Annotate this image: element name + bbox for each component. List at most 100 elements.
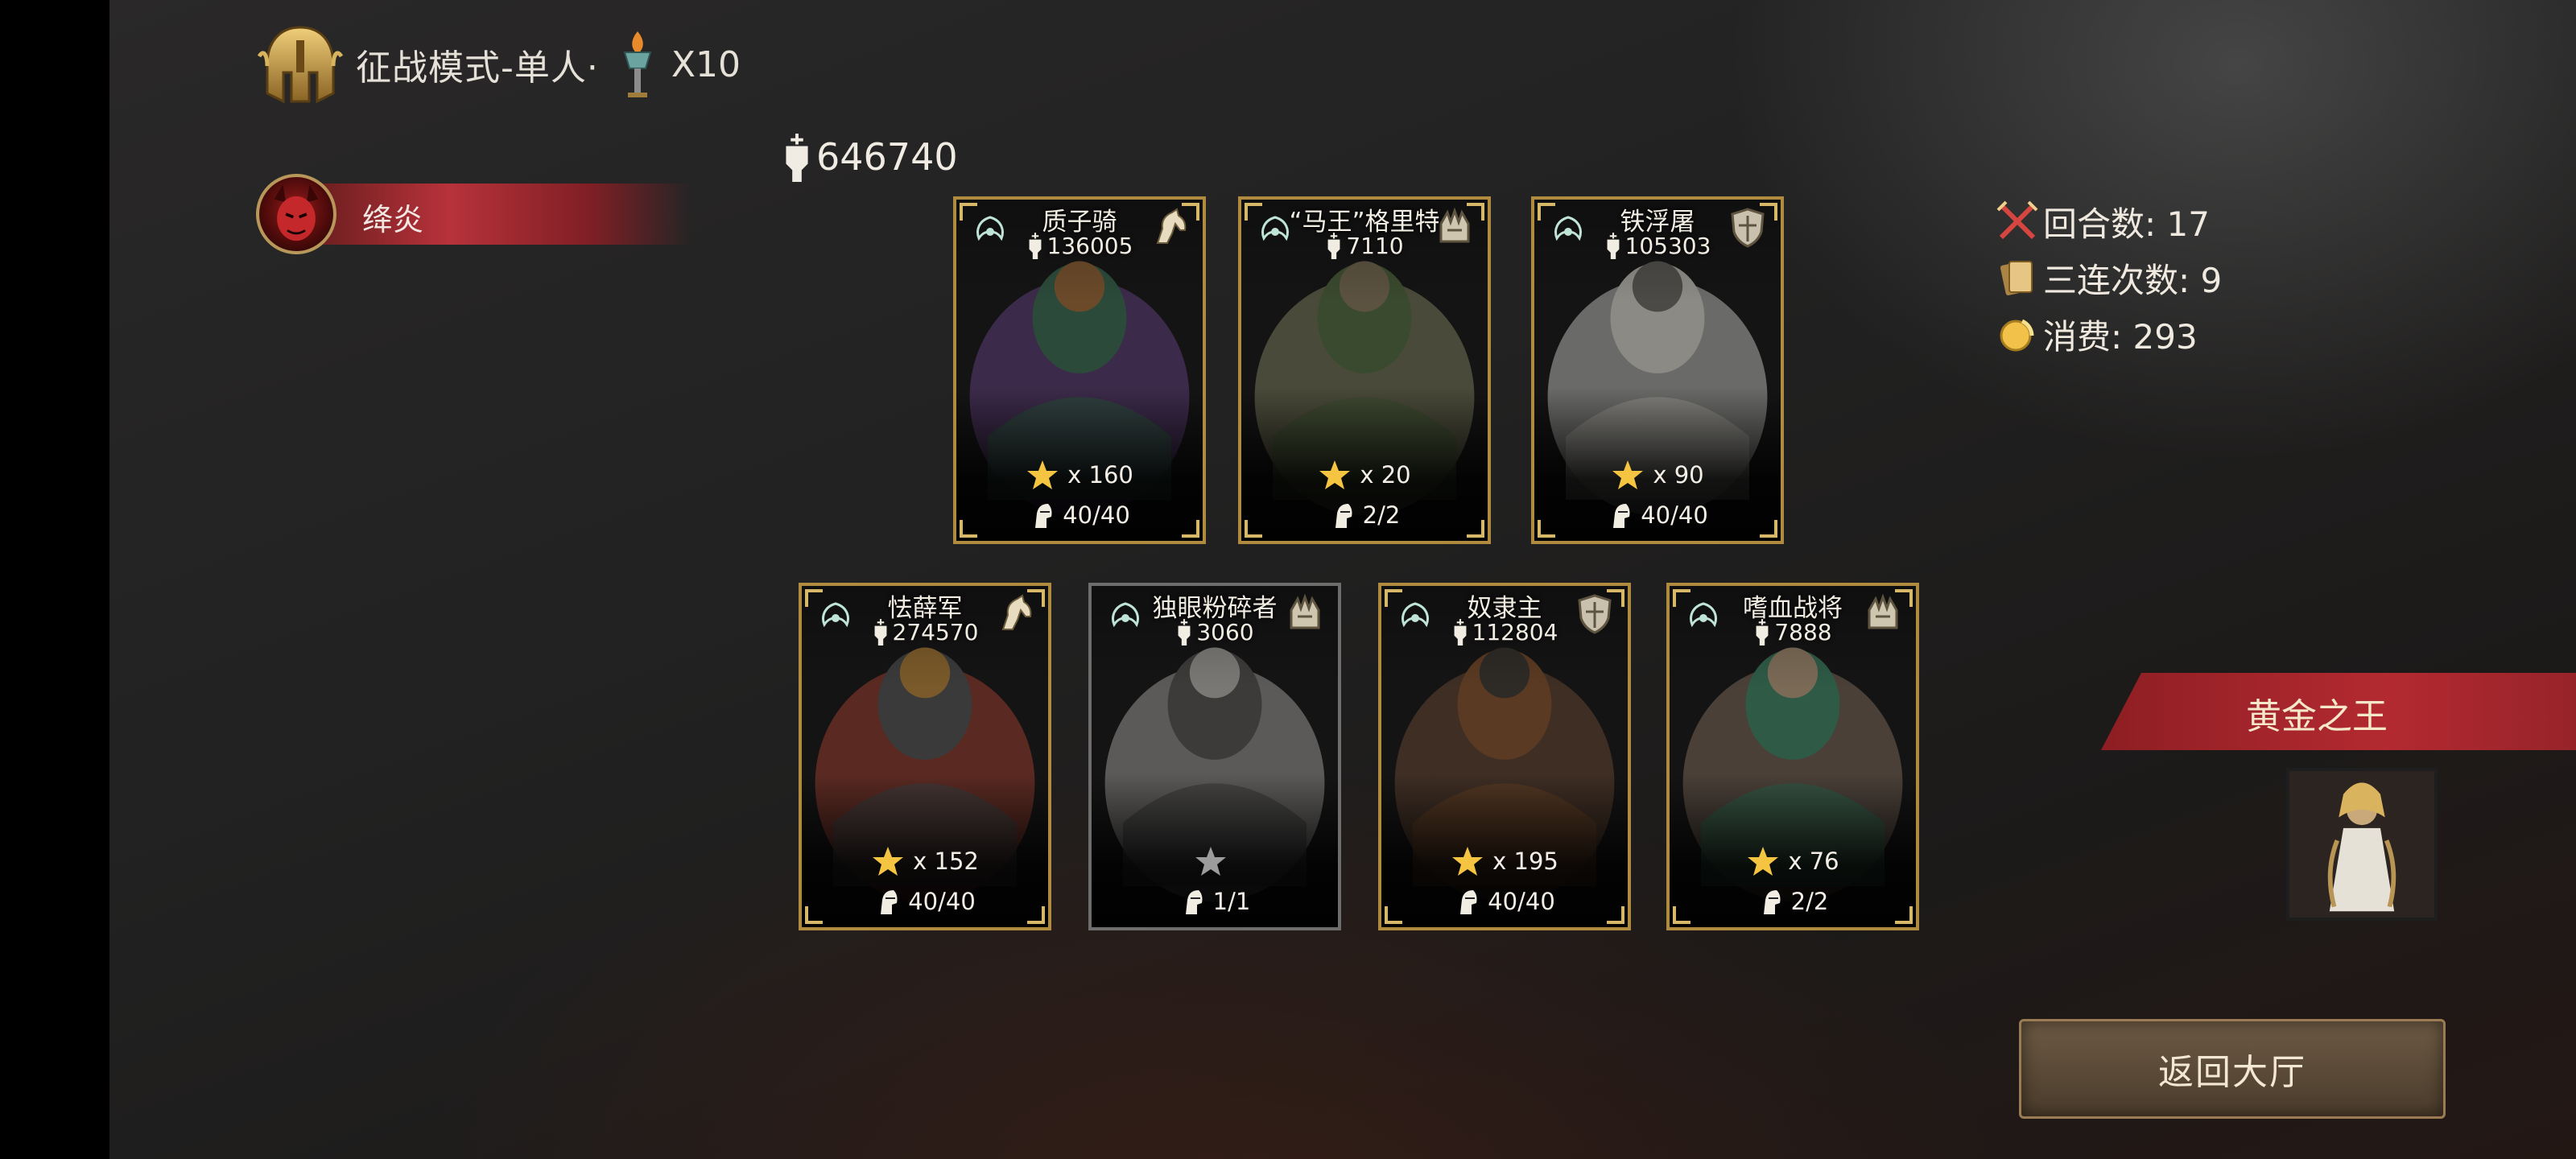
mode-header: 征战模式-单人· X10 (256, 24, 741, 105)
stat-triple-text: 三连次数: 9 (2043, 260, 2223, 300)
coin-icon (2000, 319, 2034, 352)
return-lobby-label: 返回大厅 (2158, 1052, 2306, 1093)
power-icon (1756, 619, 1769, 645)
unit-card[interactable]: 嗜血战将 7888 x 76 2/2 (1666, 583, 1919, 930)
unit-power-value: 7110 (1346, 232, 1404, 259)
left-black-bar (0, 0, 109, 1159)
unit-power-value: 3060 (1196, 618, 1254, 645)
opponent-figure-icon (2289, 771, 2434, 918)
star-icon (1612, 460, 1644, 489)
total-power: 646740 (781, 132, 958, 182)
cards-icon (2000, 261, 2033, 295)
unit-stars-value: x 152 (913, 848, 979, 875)
demon-face-icon (274, 184, 319, 241)
power-icon (1029, 233, 1041, 259)
unit-stars (1092, 845, 1338, 877)
stat-cost: 消费: 293 (1995, 306, 2222, 362)
unit-troops-value: 2/2 (1362, 501, 1401, 529)
unit-card[interactable]: 质子骑 136005 x 160 40/40 (953, 196, 1206, 544)
star-icon (873, 847, 904, 876)
mode-title: 征战模式-单人· (356, 47, 599, 89)
power-icon (1327, 233, 1340, 259)
unit-stars-value: x 195 (1492, 848, 1558, 875)
unit-stars: x 160 (956, 459, 1203, 491)
soldier-helmet-icon (1185, 890, 1203, 914)
soldier-helmet-icon (1035, 504, 1052, 528)
star-icon (1748, 847, 1779, 876)
opponent-portrait[interactable] (2286, 768, 2438, 921)
unit-troops: 40/40 (956, 501, 1203, 530)
unit-power: 7888 (1670, 618, 1916, 645)
unit-power-value: 136005 (1046, 232, 1133, 259)
unit-stars: x 76 (1670, 845, 1916, 877)
unit-stars-value: x 90 (1653, 461, 1704, 489)
unit-power: 3060 (1092, 618, 1338, 645)
unit-troops-value: 2/2 (1790, 888, 1829, 915)
unit-card[interactable]: 奴隶主 112804 x 195 40/40 (1378, 583, 1631, 930)
player-row[interactable]: 绛炎 (256, 174, 691, 254)
soldier-helmet-icon (1460, 890, 1477, 914)
unit-power: 136005 (956, 232, 1203, 259)
unit-stars: x 152 (802, 845, 1048, 877)
unit-power: 105303 (1534, 232, 1781, 259)
unit-power: 7110 (1241, 232, 1488, 259)
unit-troops-value: 40/40 (908, 888, 976, 915)
return-lobby-button[interactable]: 返回大厅 (2019, 1019, 2446, 1119)
unit-stars-value: x 160 (1067, 461, 1133, 489)
player-name: 绛炎 (362, 202, 424, 237)
unit-troops: 2/2 (1670, 887, 1916, 916)
unit-stars-value: x 76 (1788, 848, 1839, 875)
soldier-helmet-icon (881, 890, 898, 914)
unit-troops: 2/2 (1241, 501, 1488, 530)
star-icon (1195, 847, 1226, 876)
power-icon (1178, 619, 1191, 645)
opponent-name: 黄金之王 (2246, 696, 2388, 737)
unit-troops-value: 40/40 (1488, 888, 1555, 915)
star-icon (1027, 460, 1059, 489)
soldier-helmet-icon (1613, 504, 1630, 528)
power-icon (1454, 619, 1466, 645)
unit-power: 274570 (802, 618, 1048, 645)
stat-cost-text: 消费: 293 (2043, 316, 2198, 357)
total-power-value: 646740 (816, 135, 958, 179)
torch-count: X10 (671, 43, 741, 85)
unit-power-value: 112804 (1472, 618, 1558, 645)
opponent-banner: 黄金之王 (2101, 673, 2576, 750)
unit-power: 112804 (1381, 618, 1628, 645)
star-icon (1452, 847, 1484, 876)
power-icon (874, 619, 886, 645)
unit-troops-value: 40/40 (1063, 501, 1130, 529)
unit-troops: 40/40 (802, 887, 1048, 916)
unit-stars-value: x 20 (1360, 461, 1411, 489)
player-banner (288, 184, 691, 245)
unit-power-value: 7888 (1774, 618, 1832, 645)
power-icon (1607, 233, 1619, 259)
soldier-helmet-icon (1763, 890, 1781, 914)
unit-power-value: 274570 (892, 618, 979, 645)
unit-troops: 1/1 (1092, 887, 1338, 916)
unit-troops: 40/40 (1534, 501, 1781, 530)
unit-troops-value: 1/1 (1212, 888, 1251, 915)
unit-troops-value: 40/40 (1641, 501, 1708, 529)
unit-stars: x 90 (1534, 459, 1781, 491)
unit-stars: x 20 (1241, 459, 1488, 491)
crossed-swords-icon (1996, 200, 2038, 240)
unit-card[interactable]: 怯薛军 274570 x 152 40/40 (799, 583, 1051, 930)
unit-card[interactable]: 铁浮屠 105303 x 90 40/40 (1531, 196, 1784, 544)
star-icon (1319, 460, 1351, 489)
power-icon (786, 133, 808, 182)
unit-troops: 40/40 (1381, 887, 1628, 916)
avatar[interactable] (256, 174, 336, 254)
stat-rounds-text: 回合数: 17 (2043, 204, 2210, 244)
unit-card[interactable]: “马王”格里特 7110 x 20 2/2 (1238, 196, 1491, 544)
stat-triple: 三连次数: 9 (1995, 250, 2222, 306)
unit-card[interactable]: 独眼粉碎者 3060 1/1 (1088, 583, 1341, 930)
unit-stars: x 195 (1381, 845, 1628, 877)
game-screen: 征战模式-单人· X10 绛炎 646740 回合数: 17 三连次数: 9 消… (0, 0, 2576, 1159)
torch-icon (623, 31, 652, 97)
soldier-helmet-icon (1335, 504, 1352, 528)
stat-rounds: 回合数: 17 (1995, 193, 2222, 250)
unit-power-value: 105303 (1624, 232, 1711, 259)
helmet-icon (257, 26, 344, 104)
battle-stats: 回合数: 17 三连次数: 9 消费: 293 (1995, 193, 2222, 362)
